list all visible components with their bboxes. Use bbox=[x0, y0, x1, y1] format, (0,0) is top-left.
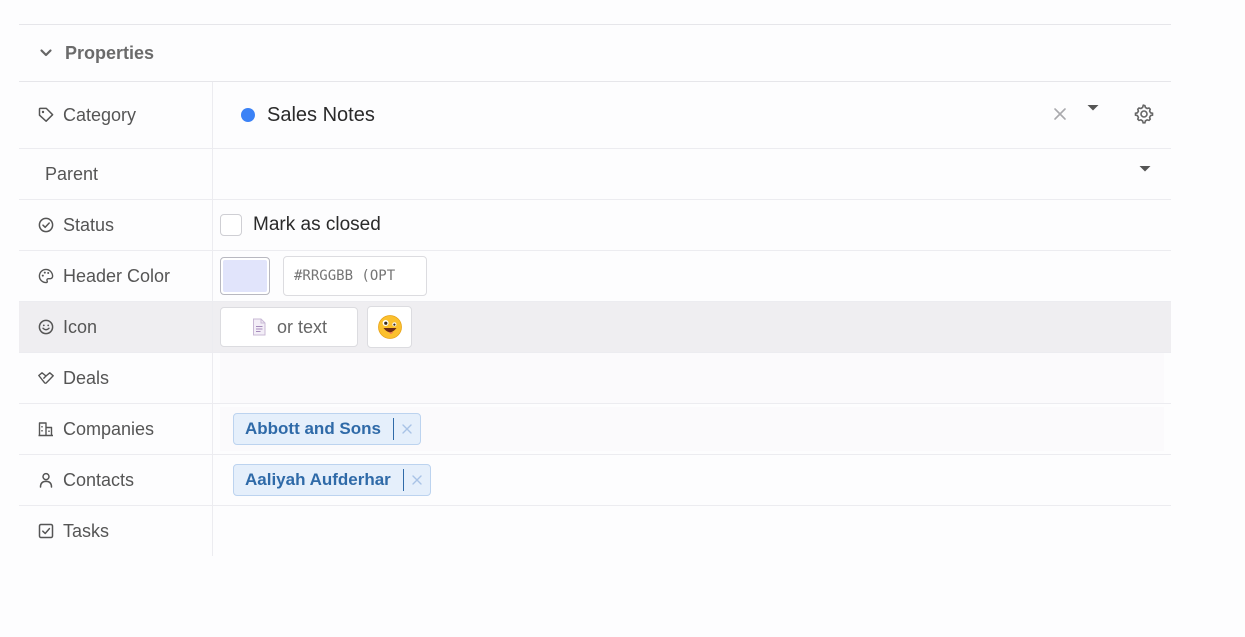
zany-face-emoji-icon bbox=[377, 315, 402, 339]
emoji-picker-button[interactable] bbox=[367, 306, 412, 348]
header-color-label: Header Color bbox=[63, 265, 171, 286]
property-row-companies: Companies Abbott and Sons bbox=[19, 404, 1171, 455]
property-label-status: Status bbox=[19, 200, 213, 250]
property-row-status: Status Mark as closed bbox=[19, 200, 1171, 251]
deals-label: Deals bbox=[63, 367, 110, 388]
hex-color-input[interactable] bbox=[283, 256, 427, 296]
property-label-deals: Deals bbox=[19, 353, 213, 403]
status-label: Status bbox=[63, 214, 115, 235]
properties-section-header[interactable]: Properties bbox=[19, 25, 1171, 82]
header-color-value bbox=[213, 251, 1171, 301]
document-icon bbox=[251, 318, 267, 336]
icon-label: Icon bbox=[63, 316, 98, 337]
category-color-dot bbox=[241, 108, 255, 122]
remove-chip-icon[interactable] bbox=[404, 465, 430, 495]
person-icon bbox=[37, 471, 55, 489]
property-row-deals: Deals bbox=[19, 353, 1171, 404]
contacts-label: Contacts bbox=[63, 469, 135, 490]
property-label-companies: Companies bbox=[19, 404, 213, 454]
color-swatch-picker[interactable] bbox=[220, 257, 270, 295]
company-chip[interactable]: Abbott and Sons bbox=[233, 413, 421, 445]
tag-icon bbox=[37, 106, 55, 124]
icon-value: or text bbox=[213, 302, 1171, 352]
property-label-header-color: Header Color bbox=[19, 251, 213, 301]
property-row-contacts: Contacts Aaliyah Aufderhar bbox=[19, 455, 1171, 506]
companies-label: Companies bbox=[63, 418, 155, 439]
checkbox-icon bbox=[37, 522, 55, 540]
deals-input-area[interactable] bbox=[220, 353, 1164, 403]
deals-field[interactable] bbox=[213, 353, 1171, 403]
companies-field[interactable]: Abbott and Sons bbox=[213, 404, 1171, 454]
tasks-label: Tasks bbox=[63, 520, 110, 541]
clear-icon[interactable] bbox=[1049, 103, 1071, 125]
tasks-field[interactable] bbox=[213, 506, 1171, 556]
contact-chip-label[interactable]: Aaliyah Aufderhar bbox=[245, 470, 391, 490]
contacts-field[interactable]: Aaliyah Aufderhar bbox=[213, 455, 1171, 505]
mark-as-closed-label[interactable]: Mark as closed bbox=[253, 214, 381, 236]
property-label-category: Category bbox=[19, 82, 213, 148]
icon-button-text: or text bbox=[276, 316, 328, 337]
icon-text-button[interactable]: or text bbox=[220, 307, 358, 347]
category-select[interactable]: Sales Notes bbox=[213, 82, 1171, 148]
property-row-icon: Icon or text bbox=[19, 302, 1171, 353]
status-value: Mark as closed bbox=[213, 200, 1171, 250]
property-label-parent: Parent bbox=[19, 149, 213, 199]
remove-chip-icon[interactable] bbox=[394, 414, 420, 444]
property-row-tasks: Tasks bbox=[19, 506, 1171, 556]
caret-down-icon[interactable] bbox=[1085, 100, 1101, 116]
category-label: Category bbox=[63, 104, 137, 125]
check-circle-icon bbox=[37, 216, 55, 234]
handshake-icon bbox=[37, 369, 55, 387]
company-chip-label[interactable]: Abbott and Sons bbox=[245, 419, 381, 439]
gear-icon[interactable] bbox=[1133, 103, 1155, 125]
category-value: Sales Notes bbox=[267, 103, 375, 126]
property-label-contacts: Contacts bbox=[19, 455, 213, 505]
property-label-icon: Icon bbox=[19, 302, 213, 352]
chevron-down-icon[interactable] bbox=[39, 46, 53, 60]
mark-as-closed-checkbox[interactable] bbox=[220, 214, 242, 236]
smiley-icon bbox=[37, 318, 55, 336]
palette-icon bbox=[37, 267, 55, 285]
section-title: Properties bbox=[65, 42, 155, 63]
properties-panel: Properties Category Sales Notes Parent S… bbox=[19, 24, 1171, 556]
parent-select[interactable] bbox=[213, 149, 1171, 199]
color-swatch-fill bbox=[223, 260, 267, 292]
property-row-header-color: Header Color bbox=[19, 251, 1171, 302]
parent-label: Parent bbox=[45, 163, 99, 184]
property-label-tasks: Tasks bbox=[19, 506, 213, 556]
caret-down-icon[interactable] bbox=[1137, 161, 1153, 177]
contact-chip[interactable]: Aaliyah Aufderhar bbox=[233, 464, 431, 496]
building-icon bbox=[37, 420, 55, 438]
property-row-category: Category Sales Notes bbox=[19, 82, 1171, 149]
property-row-parent: Parent bbox=[19, 149, 1171, 200]
